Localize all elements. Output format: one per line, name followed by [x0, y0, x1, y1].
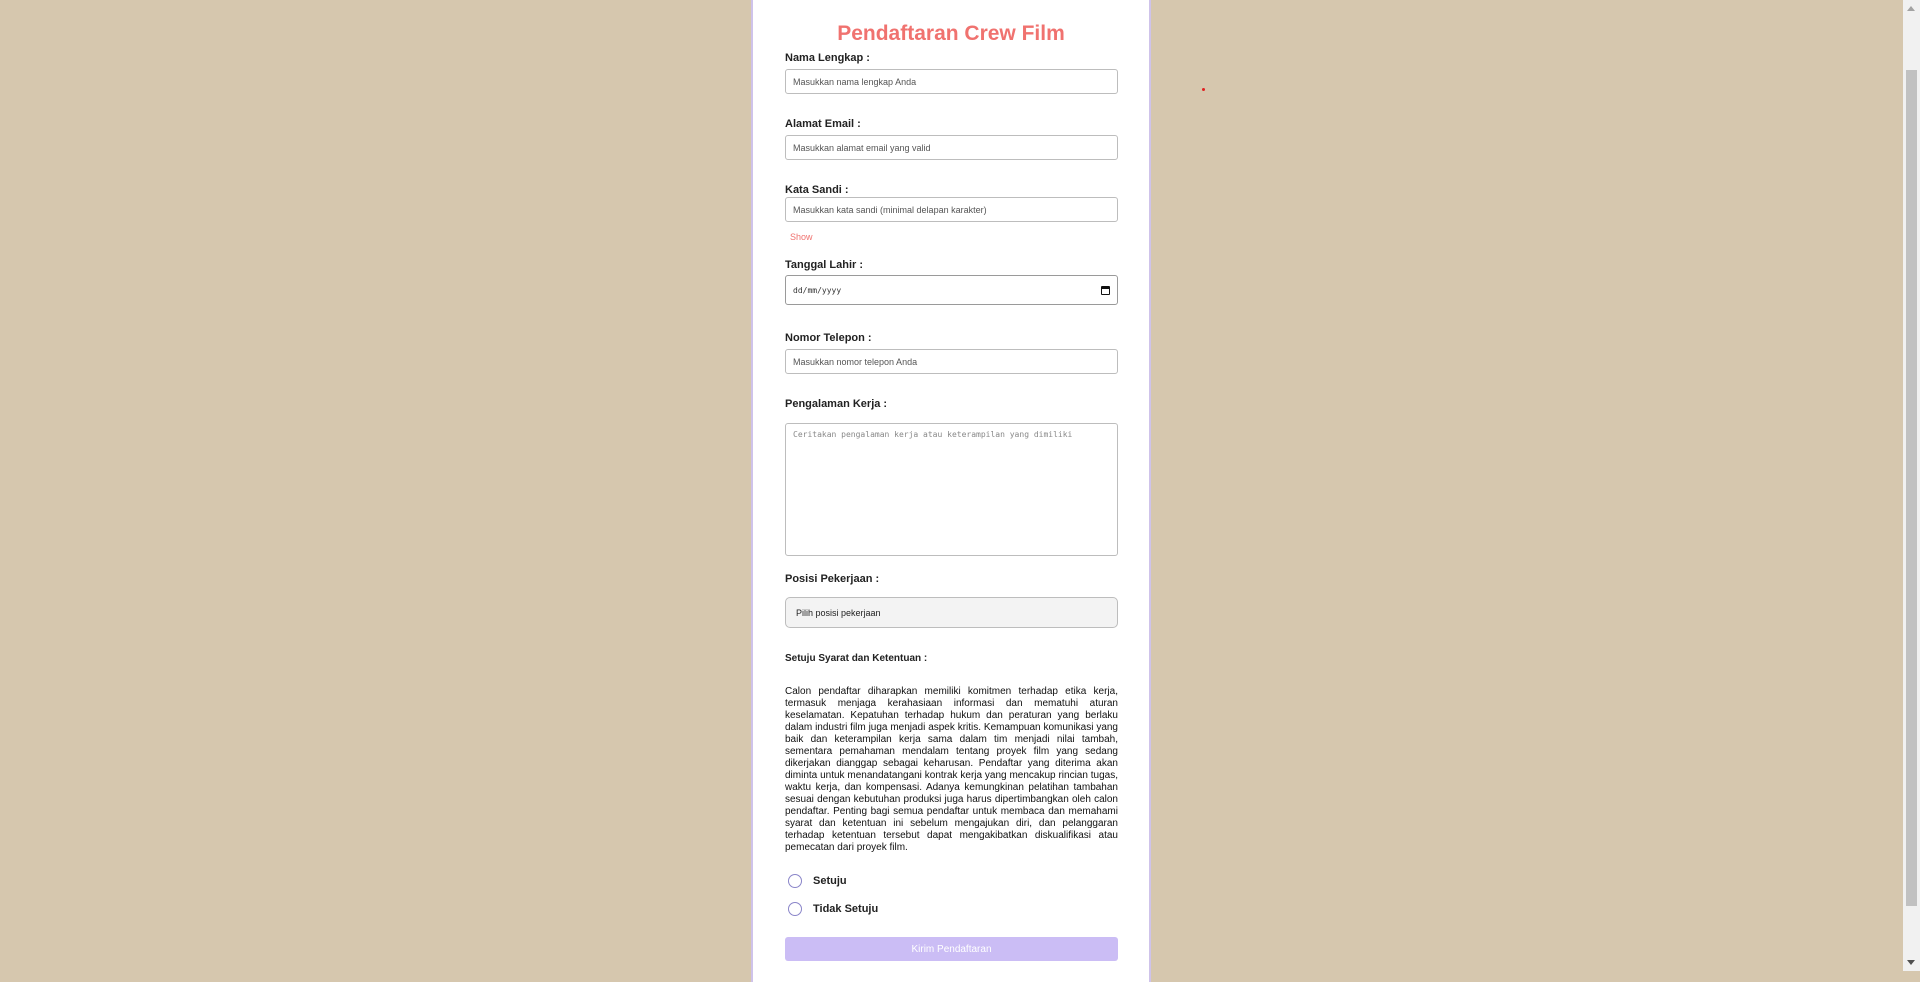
- terms-label: Setuju Syarat dan Ketentuan :: [785, 653, 928, 664]
- calendar-icon[interactable]: [1101, 285, 1110, 295]
- submit-button[interactable]: Kirim Pendaftaran: [785, 937, 1118, 961]
- scroll-up-arrow-icon[interactable]: [1907, 6, 1915, 11]
- name-label: Nama Lengkap :: [785, 52, 870, 64]
- experience-textarea[interactable]: Ceritakan pengalaman kerja atau keteramp…: [785, 423, 1118, 556]
- password-input[interactable]: Masukkan kata sandi (minimal delapan kar…: [785, 197, 1118, 222]
- position-select[interactable]: Pilih posisi pekerjaan: [785, 597, 1118, 628]
- disagree-option[interactable]: Tidak Setuju: [788, 902, 878, 916]
- birth-date-label: Tanggal Lahir :: [785, 259, 864, 271]
- birth-date-value: dd/mm/yyyy: [793, 285, 842, 295]
- page-title: Pendaftaran Crew Film: [837, 22, 1065, 45]
- disagree-label: Tidak Setuju: [813, 903, 879, 915]
- phone-input[interactable]: Masukkan nomor telepon Anda: [785, 349, 1118, 374]
- phone-label: Nomor Telepon :: [785, 332, 872, 344]
- registration-card: Pendaftaran Crew Film Nama Lengkap : Mas…: [751, 0, 1151, 982]
- experience-label: Pengalaman Kerja :: [785, 398, 888, 410]
- red-dot-marker: [1202, 88, 1205, 91]
- show-password-toggle[interactable]: Show: [790, 232, 813, 242]
- password-label: Kata Sandi :: [785, 184, 849, 196]
- scrollbar-thumb[interactable]: [1906, 70, 1917, 906]
- vertical-scrollbar[interactable]: [1903, 0, 1920, 971]
- disagree-radio[interactable]: [788, 902, 802, 916]
- scroll-down-arrow-icon[interactable]: [1907, 960, 1915, 965]
- email-input[interactable]: Masukkan alamat email yang valid: [785, 135, 1118, 160]
- terms-text: Calon pendaftar diharapkan memiliki komi…: [785, 686, 1118, 853]
- name-input[interactable]: Masukkan nama lengkap Anda: [785, 69, 1118, 94]
- email-label: Alamat Email :: [785, 118, 861, 130]
- birth-date-input[interactable]: dd/mm/yyyy: [785, 275, 1118, 305]
- agree-option[interactable]: Setuju: [788, 874, 847, 888]
- agree-radio[interactable]: [788, 874, 802, 888]
- agree-label: Setuju: [813, 875, 847, 887]
- position-label: Posisi Pekerjaan :: [785, 573, 880, 585]
